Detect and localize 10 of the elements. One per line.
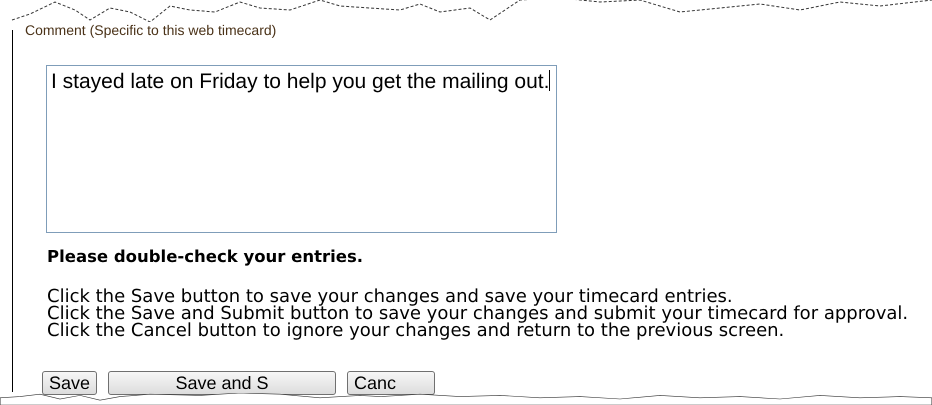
instruction-text: Click the Save button to save your changes and save your timecard entries. <box>47 288 733 305</box>
instruction-text: Click the Save and Submit button to save your changes and submit your timecard for approval. <box>47 305 908 322</box>
notice-text: Please double-check your entries. <box>47 247 364 267</box>
text-cursor <box>549 70 550 91</box>
comment-field[interactable]: I stayed late on Friday to help you get the mailing out. <box>46 65 557 233</box>
comment-label: Comment (Specific to this web timecard) <box>25 22 276 38</box>
cancel-button[interactable]: Canc <box>347 371 436 395</box>
save-submit-button[interactable]: Save and S <box>108 371 336 395</box>
instruction-text: Click the Cancel button to ignore your changes and return to the previous screen. <box>47 322 786 339</box>
save-button[interactable]: Save <box>42 371 98 395</box>
